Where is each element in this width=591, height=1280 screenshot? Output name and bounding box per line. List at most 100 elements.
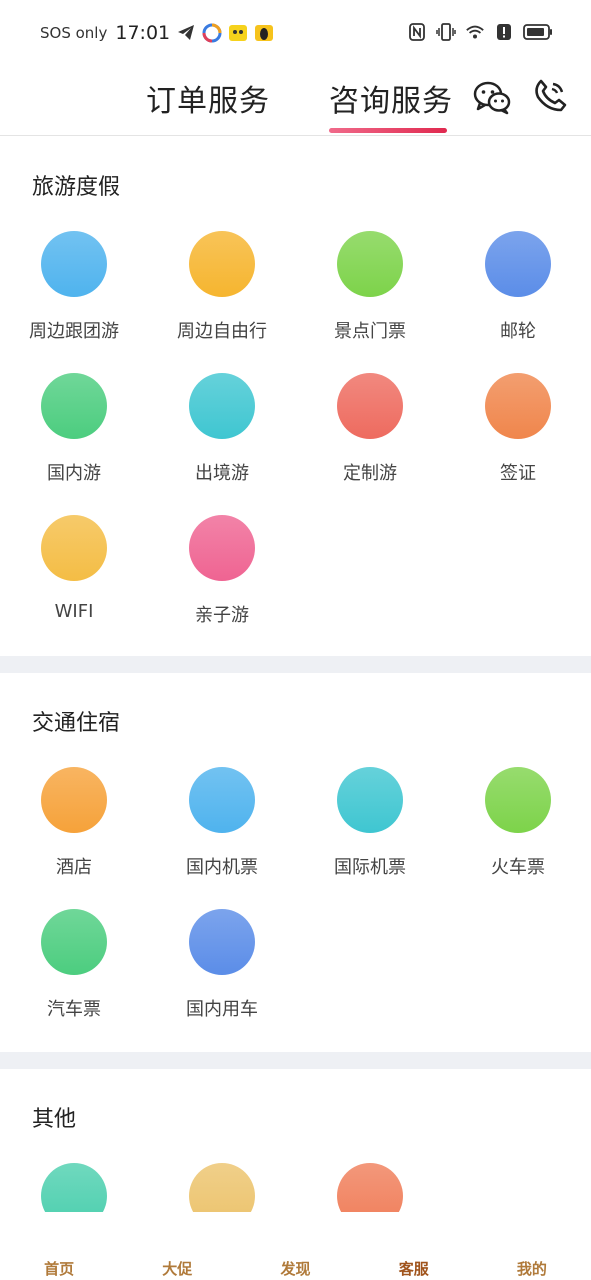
service-label: 汽车票 [47,999,101,1020]
service-item[interactable]: 签证 [444,373,591,515]
service-label: 酒店 [56,857,92,878]
travel-grid: 周边跟团游 周边自由行 景点门票 邮轮国内游 出境游 定制游 签证 WIFI 亲子游 [0,231,591,657]
service-label: 亲子游 [195,605,249,626]
wechat-button[interactable] [472,78,512,118]
service-item[interactable]: 火车票 [444,767,591,909]
bottom-nav: 首页 大促 发现 客服 我的 [0,1212,591,1280]
section-transport: 交通住宿 酒店 国内机票 国际机票 火车票汽车票 国内用车 [0,673,591,1052]
service-icon-circle [485,231,551,297]
service-icon-circle [41,767,107,833]
vibrate-icon [436,22,456,42]
penguin-app-icon [254,23,274,43]
service-label: 国际机票 [334,857,406,878]
service-item[interactable]: 国际机票 [296,767,444,909]
service-icon-circle [337,1163,403,1212]
service-item[interactable]: 亲子游 [148,515,296,657]
service-item[interactable]: 汽车票 [0,909,148,1051]
section-title: 旅游度假 [32,175,121,200]
phone-icon [535,79,567,112]
nav-label: 发现 [280,1260,311,1278]
service-label: 景点门票 [334,321,406,342]
service-item[interactable]: 国内用车 [148,909,296,1051]
service-label: 国内游 [47,463,101,484]
transport-grid: 酒店 国内机票 国际机票 火车票汽车票 国内用车 [0,767,591,1051]
nav-label: 大促 [162,1260,193,1278]
service-icon-circle [41,515,107,581]
nav-item[interactable]: 客服 [355,1212,473,1280]
other-grid [0,1163,591,1212]
service-item[interactable]: 景点门票 [296,231,444,373]
section-divider [0,656,591,673]
section-travel: 旅游度假 周边跟团游 周边自由行 景点门票 邮轮国内游 出境游 定制游 签证 WIFI 亲子游 [0,137,591,655]
section-title: 其他 [32,1107,77,1132]
nav-label: 首页 [44,1260,75,1278]
service-item[interactable]: 定制游 [296,373,444,515]
service-icon-circle [41,373,107,439]
wifi-icon [465,22,485,42]
tab-order-service[interactable]: 订单服务 [146,76,270,120]
colorful-app-icon [202,23,222,43]
flower-icon [394,1216,434,1256]
service-icon-circle [189,373,255,439]
service-icon-circle [337,231,403,297]
service-label: 国内用车 [186,999,258,1020]
nav-item[interactable]: 我的 [473,1212,591,1280]
battery-icon [523,22,553,42]
service-item[interactable]: 国内游 [0,373,148,515]
service-label: 定制游 [343,463,397,484]
service-label: 邮轮 [500,321,536,342]
yellow-app-icon [228,23,248,43]
service-item[interactable]: 邮轮 [444,231,591,373]
alert-icon [494,22,514,42]
active-tab-indicator [329,128,447,133]
service-label: 火车票 [491,857,545,878]
carrier-text: SOS only [40,24,108,42]
nav-item[interactable]: 首页 [0,1212,118,1280]
service-icon-circle [485,767,551,833]
wechat-icon [473,81,511,115]
maple-leaf-icon [512,1216,552,1256]
service-item[interactable] [296,1163,444,1212]
service-label: 周边自由行 [177,321,267,342]
service-label: 国内机票 [186,857,258,878]
service-icon-circle [41,231,107,297]
clock-time: 17:01 [115,22,171,44]
telegram-icon [176,23,196,43]
tab-consult-service[interactable]: 咨询服务 [329,76,453,120]
section-title: 交通住宿 [32,711,121,736]
service-item[interactable] [148,1163,296,1212]
service-icon-circle [41,1163,107,1212]
nav-label: 我的 [516,1260,547,1278]
service-icon-circle [189,767,255,833]
service-label: WIFI [54,601,94,622]
service-item[interactable]: 出境游 [148,373,296,515]
status-bar: SOS only 17:01 [0,0,591,66]
service-label: 签证 [500,463,536,484]
service-item[interactable]: 酒店 [0,767,148,909]
nav-item[interactable]: 发现 [236,1212,354,1280]
home-icon [39,1216,79,1256]
service-item[interactable]: 国内机票 [148,767,296,909]
service-label: 周边跟团游 [29,321,119,342]
service-icon-circle [337,767,403,833]
service-icon-circle [41,909,107,975]
phone-button[interactable] [532,78,568,114]
service-icon-circle [485,373,551,439]
service-item[interactable]: WIFI [0,515,148,657]
section-divider [0,1052,591,1069]
service-item[interactable] [0,1163,148,1212]
nav-label: 客服 [398,1260,429,1278]
service-icon-circle [189,1163,255,1212]
service-label: 出境游 [195,463,249,484]
service-icon-circle [189,909,255,975]
service-icon-circle [189,515,255,581]
nav-item[interactable]: 大促 [118,1212,236,1280]
service-icon-circle [189,231,255,297]
nfc-icon [407,22,427,42]
ginkgo-icon [276,1216,316,1256]
service-item[interactable]: 周边自由行 [148,231,296,373]
persimmon-icon [157,1216,197,1256]
service-item[interactable]: 周边跟团游 [0,231,148,373]
top-tab-bar: 订单服务 咨询服务 [0,66,591,136]
section-other: 其他 [0,1069,591,1212]
